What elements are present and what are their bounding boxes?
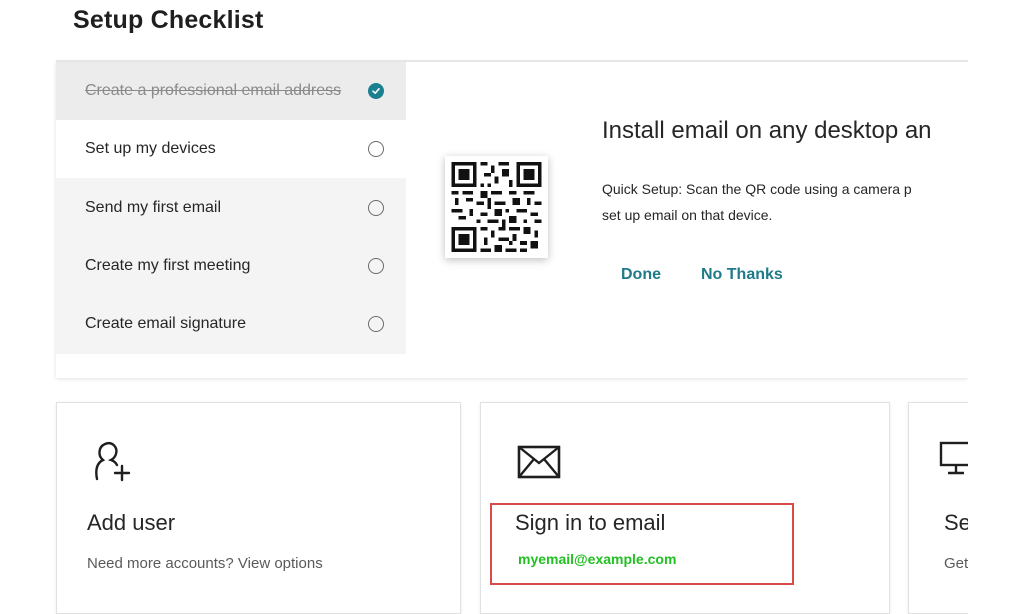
- radio-icon[interactable]: [368, 141, 384, 157]
- step-create-email-signature[interactable]: Create email signature: [56, 295, 406, 353]
- step-label: Create a professional email address: [85, 82, 342, 99]
- step-send-first-email[interactable]: Send my first email: [56, 179, 406, 237]
- description-line: set up email on that device.: [602, 207, 773, 223]
- card-title: Se: [944, 510, 971, 535]
- step-create-email[interactable]: Create a professional email address: [56, 62, 406, 120]
- setup-devices-description: Quick Setup: Scan the QR code using a ca…: [602, 176, 1002, 228]
- card-subtitle[interactable]: Need more accounts? View options: [87, 555, 323, 572]
- step-create-first-meeting[interactable]: Create my first meeting: [56, 237, 406, 295]
- viewport-edge: [968, 0, 1024, 614]
- qr-code-icon: [445, 156, 548, 258]
- radio-icon[interactable]: [368, 258, 384, 274]
- step-set-up-devices[interactable]: Set up my devices: [56, 120, 406, 178]
- page-title: Setup Checklist: [73, 6, 264, 34]
- setup-devices-heading: Install email on any desktop an: [602, 117, 932, 144]
- step-label: Create email signature: [85, 315, 246, 332]
- card-title: Add user: [87, 510, 176, 535]
- card-subtitle: Get: [944, 555, 969, 572]
- add-user-icon: [87, 439, 133, 490]
- step-label: Create my first meeting: [85, 257, 251, 274]
- step-label: Set up my devices: [85, 140, 216, 157]
- checklist-steps: Create a professional email address Set …: [56, 62, 406, 354]
- check-icon: [368, 83, 384, 99]
- add-user-card[interactable]: Add user Need more accounts? View option…: [56, 402, 461, 614]
- sign-in-email-card[interactable]: Sign in to email myemail@example.com: [480, 402, 890, 614]
- highlight-box: [490, 503, 794, 585]
- envelope-icon: [517, 445, 561, 484]
- description-line: Quick Setup: Scan the QR code using a ca…: [602, 181, 912, 197]
- radio-icon[interactable]: [368, 316, 384, 332]
- done-button[interactable]: Done: [621, 266, 661, 284]
- step-label: Send my first email: [85, 199, 222, 216]
- radio-icon[interactable]: [368, 200, 384, 216]
- no-thanks-button[interactable]: No Thanks: [701, 266, 783, 284]
